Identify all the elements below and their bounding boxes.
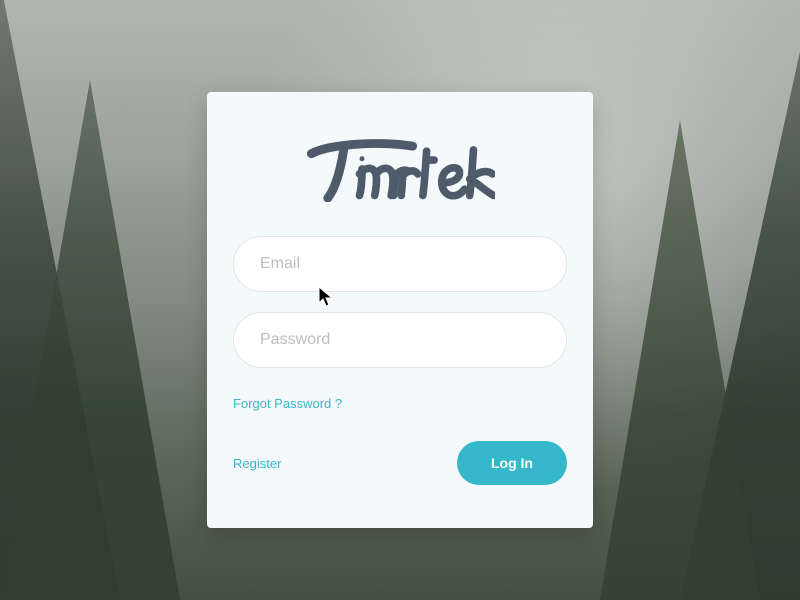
background: Timurtek Forgot Password ? Register Log … (0, 0, 800, 600)
password-field[interactable] (233, 312, 567, 368)
email-field[interactable] (233, 236, 567, 292)
forgot-password-link[interactable]: Forgot Password ? (233, 396, 567, 411)
login-card: Timurtek Forgot Password ? Register Log … (207, 92, 593, 528)
brand-logo: Timurtek (305, 132, 495, 202)
card-footer: Register Log In (233, 441, 567, 485)
login-button[interactable]: Log In (457, 441, 567, 485)
register-link[interactable]: Register (233, 456, 281, 471)
